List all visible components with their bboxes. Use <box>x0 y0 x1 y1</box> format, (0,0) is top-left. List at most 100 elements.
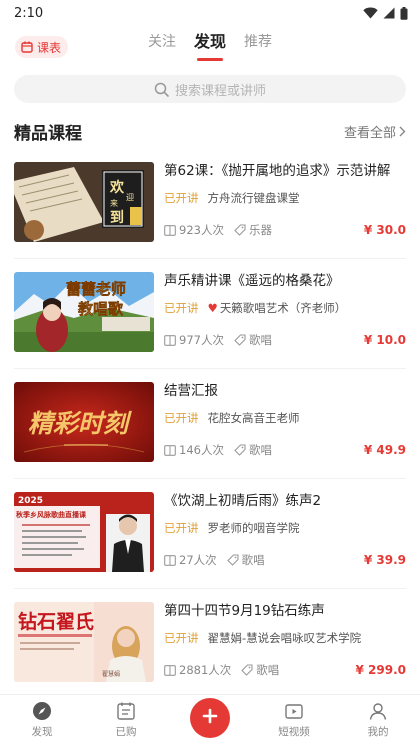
course-thumbnail: 蕾蕾老师 教唱歌 <box>14 272 154 352</box>
course-item[interactable]: 2025 秋季乡风脉歌曲直播课 《饮湖上初晴后雨》练声2 已开讲 罗老师的咽音学… <box>14 479 406 589</box>
course-info: 结营汇报 已开讲 花腔女高音王老师 146人次 歌唱 ¥ 49.9 <box>164 382 406 462</box>
book-icon <box>164 554 176 566</box>
thumb-text: 钻石翟氏 <box>18 610 94 633</box>
course-title: 《饮湖上初晴后雨》练声2 <box>164 493 322 509</box>
course-thumbnail: 2025 秋季乡风脉歌曲直播课 <box>14 492 154 572</box>
course-item[interactable]: 蕾蕾老师 教唱歌 声乐精讲课《遥远的格桑花》 已开讲 ♥ 天籁歌唱艺术（齐老师）… <box>14 259 406 369</box>
search-wrap: 搜索课程或讲师 <box>0 66 420 103</box>
user-icon <box>369 703 387 720</box>
course-title: 声乐精讲课《遥远的格桑花》 <box>164 273 340 289</box>
course-status: 已开讲 <box>164 521 199 535</box>
students-meta: 977人次 <box>164 332 224 348</box>
course-price: ¥ 30.0 <box>363 223 406 237</box>
section-title: 精品课程 <box>14 123 82 144</box>
view-all-label: 查看全部 <box>343 125 396 141</box>
status-time: 2:10 <box>14 5 44 21</box>
status-bar: 2:10 <box>0 0 420 26</box>
video-icon <box>285 704 303 719</box>
search-input[interactable]: 搜索课程或讲师 <box>14 75 406 103</box>
tab-discover[interactable]: 发现 <box>186 32 234 61</box>
course-tag: 乐器 <box>248 223 272 237</box>
course-info: 声乐精讲课《遥远的格桑花》 已开讲 ♥ 天籁歌唱艺术（齐老师） 977人次 歌唱… <box>164 272 406 352</box>
book-icon <box>164 664 176 676</box>
course-info: 第62课：《抛开属地的追求》示范讲解 已开讲 方舟流行键盘课堂 923人次 乐器… <box>164 162 406 242</box>
thumb-text: 欢 <box>109 179 125 196</box>
course-teacher[interactable]: 方舟流行键盘课堂 <box>208 190 300 206</box>
nav-label: 我的 <box>367 726 389 738</box>
course-tag: 歌唱 <box>256 663 280 677</box>
tag-meta: 歌唱 <box>226 552 265 568</box>
course-list: 欢 迎 来 到 第62课：《抛开属地的追求》示范讲解 已开讲 方舟流行键盘课堂 … <box>0 149 420 699</box>
tag-icon <box>241 664 253 676</box>
nav-create[interactable] <box>168 695 252 746</box>
students-count: 977人次 <box>179 333 224 347</box>
course-price: ¥ 10.0 <box>363 333 406 347</box>
course-status-row: 已开讲 花腔女高音王老师 <box>164 410 406 426</box>
thumb-text: 2025 <box>18 496 43 506</box>
nav-discover[interactable]: 发现 <box>0 695 84 746</box>
course-status: 已开讲 <box>164 631 199 645</box>
wifi-icon <box>363 7 378 19</box>
tag-meta: 歌唱 <box>241 662 279 678</box>
students-meta: 27人次 <box>164 552 217 568</box>
course-status: 已开讲 <box>164 301 199 315</box>
tab-follow[interactable]: 关注 <box>138 32 186 52</box>
nav-purchased[interactable]: 已购 <box>84 695 168 746</box>
course-item[interactable]: 钻石翟氏 翟慧娟 第四十四节9月19钻石练声 已开讲 翟慧娟-慧说会唱咏叹艺术学… <box>14 589 406 699</box>
course-status-row: 已开讲 方舟流行键盘课堂 <box>164 190 406 206</box>
tab-recommend[interactable]: 推荐 <box>234 32 282 52</box>
course-meta-row: 923人次 乐器 ¥ 30.0 <box>164 222 406 238</box>
course-teacher[interactable]: 翟慧娟-慧说会唱咏叹艺术学院 <box>208 630 362 646</box>
course-tag: 歌唱 <box>248 333 272 347</box>
course-meta-row: 146人次 歌唱 ¥ 49.9 <box>164 442 406 458</box>
book-icon <box>164 224 176 236</box>
tag-icon <box>234 444 246 456</box>
view-all-link[interactable]: 查看全部 <box>344 122 406 141</box>
students-meta: 923人次 <box>164 222 224 238</box>
course-title: 结营汇报 <box>164 383 218 399</box>
section-header: 精品课程 查看全部 <box>0 103 420 149</box>
course-item[interactable]: 欢 迎 来 到 第62课：《抛开属地的追求》示范讲解 已开讲 方舟流行键盘课堂 … <box>14 149 406 259</box>
nav-label: 发现 <box>31 726 53 738</box>
course-tag: 歌唱 <box>241 553 265 567</box>
course-price: ¥ 299.0 <box>355 663 406 677</box>
tag-meta: 乐器 <box>234 222 272 238</box>
course-teacher[interactable]: 花腔女高音王老师 <box>208 410 300 426</box>
course-title: 第62课：《抛开属地的追求》示范讲解 <box>164 163 391 179</box>
course-thumbnail: 钻石翟氏 翟慧娟 <box>14 602 154 682</box>
tag-meta: 歌唱 <box>234 332 272 348</box>
top-nav: 课表 关注 发现 推荐 <box>0 26 420 66</box>
create-button[interactable] <box>190 697 230 738</box>
plus-icon <box>202 708 218 724</box>
bottom-nav: 发现 已购 短视频 我的 <box>0 694 420 746</box>
signal-icon <box>383 7 395 19</box>
status-icons <box>363 6 408 20</box>
course-meta-row: 27人次 歌唱 ¥ 39.9 <box>164 552 406 568</box>
course-tag: 歌唱 <box>248 443 272 457</box>
nav-profile[interactable]: 我的 <box>336 695 420 746</box>
chevron-right-icon <box>399 126 406 136</box>
students-meta: 146人次 <box>164 442 224 458</box>
course-item[interactable]: 精彩时刻 结营汇报 已开讲 花腔女高音王老师 146人次 歌唱 ¥ 49.9 <box>14 369 406 479</box>
students-count: 27人次 <box>179 553 217 567</box>
course-info: 《饮湖上初晴后雨》练声2 已开讲 罗老师的咽音学院 27人次 歌唱 ¥ 39.9 <box>164 492 406 572</box>
thumb-text: 迎 <box>126 192 134 202</box>
course-meta-row: 977人次 歌唱 ¥ 10.0 <box>164 332 406 348</box>
course-status-row: 已开讲 罗老师的咽音学院 <box>164 520 406 536</box>
course-status: 已开讲 <box>164 191 199 205</box>
thumb-text: 翟慧娟 <box>102 670 120 678</box>
nav-short-video[interactable]: 短视频 <box>252 695 336 746</box>
course-teacher[interactable]: 天籁歌唱艺术（齐老师） <box>220 300 347 316</box>
thumb-text: 秋季乡风脉歌曲直播课 <box>16 510 87 519</box>
tag-icon <box>226 554 239 566</box>
students-count: 146人次 <box>179 443 224 457</box>
thumb-text: 到 <box>110 210 124 226</box>
students-count: 2881人次 <box>179 663 232 677</box>
nav-label: 已购 <box>115 726 137 738</box>
search-placeholder: 搜索课程或讲师 <box>174 83 266 99</box>
thumb-text: 来 <box>110 199 118 208</box>
tag-icon <box>234 334 246 346</box>
course-teacher[interactable]: 罗老师的咽音学院 <box>208 520 300 536</box>
course-thumbnail: 欢 迎 来 到 <box>14 162 154 242</box>
thumb-text: 教唱歌 <box>77 300 124 318</box>
